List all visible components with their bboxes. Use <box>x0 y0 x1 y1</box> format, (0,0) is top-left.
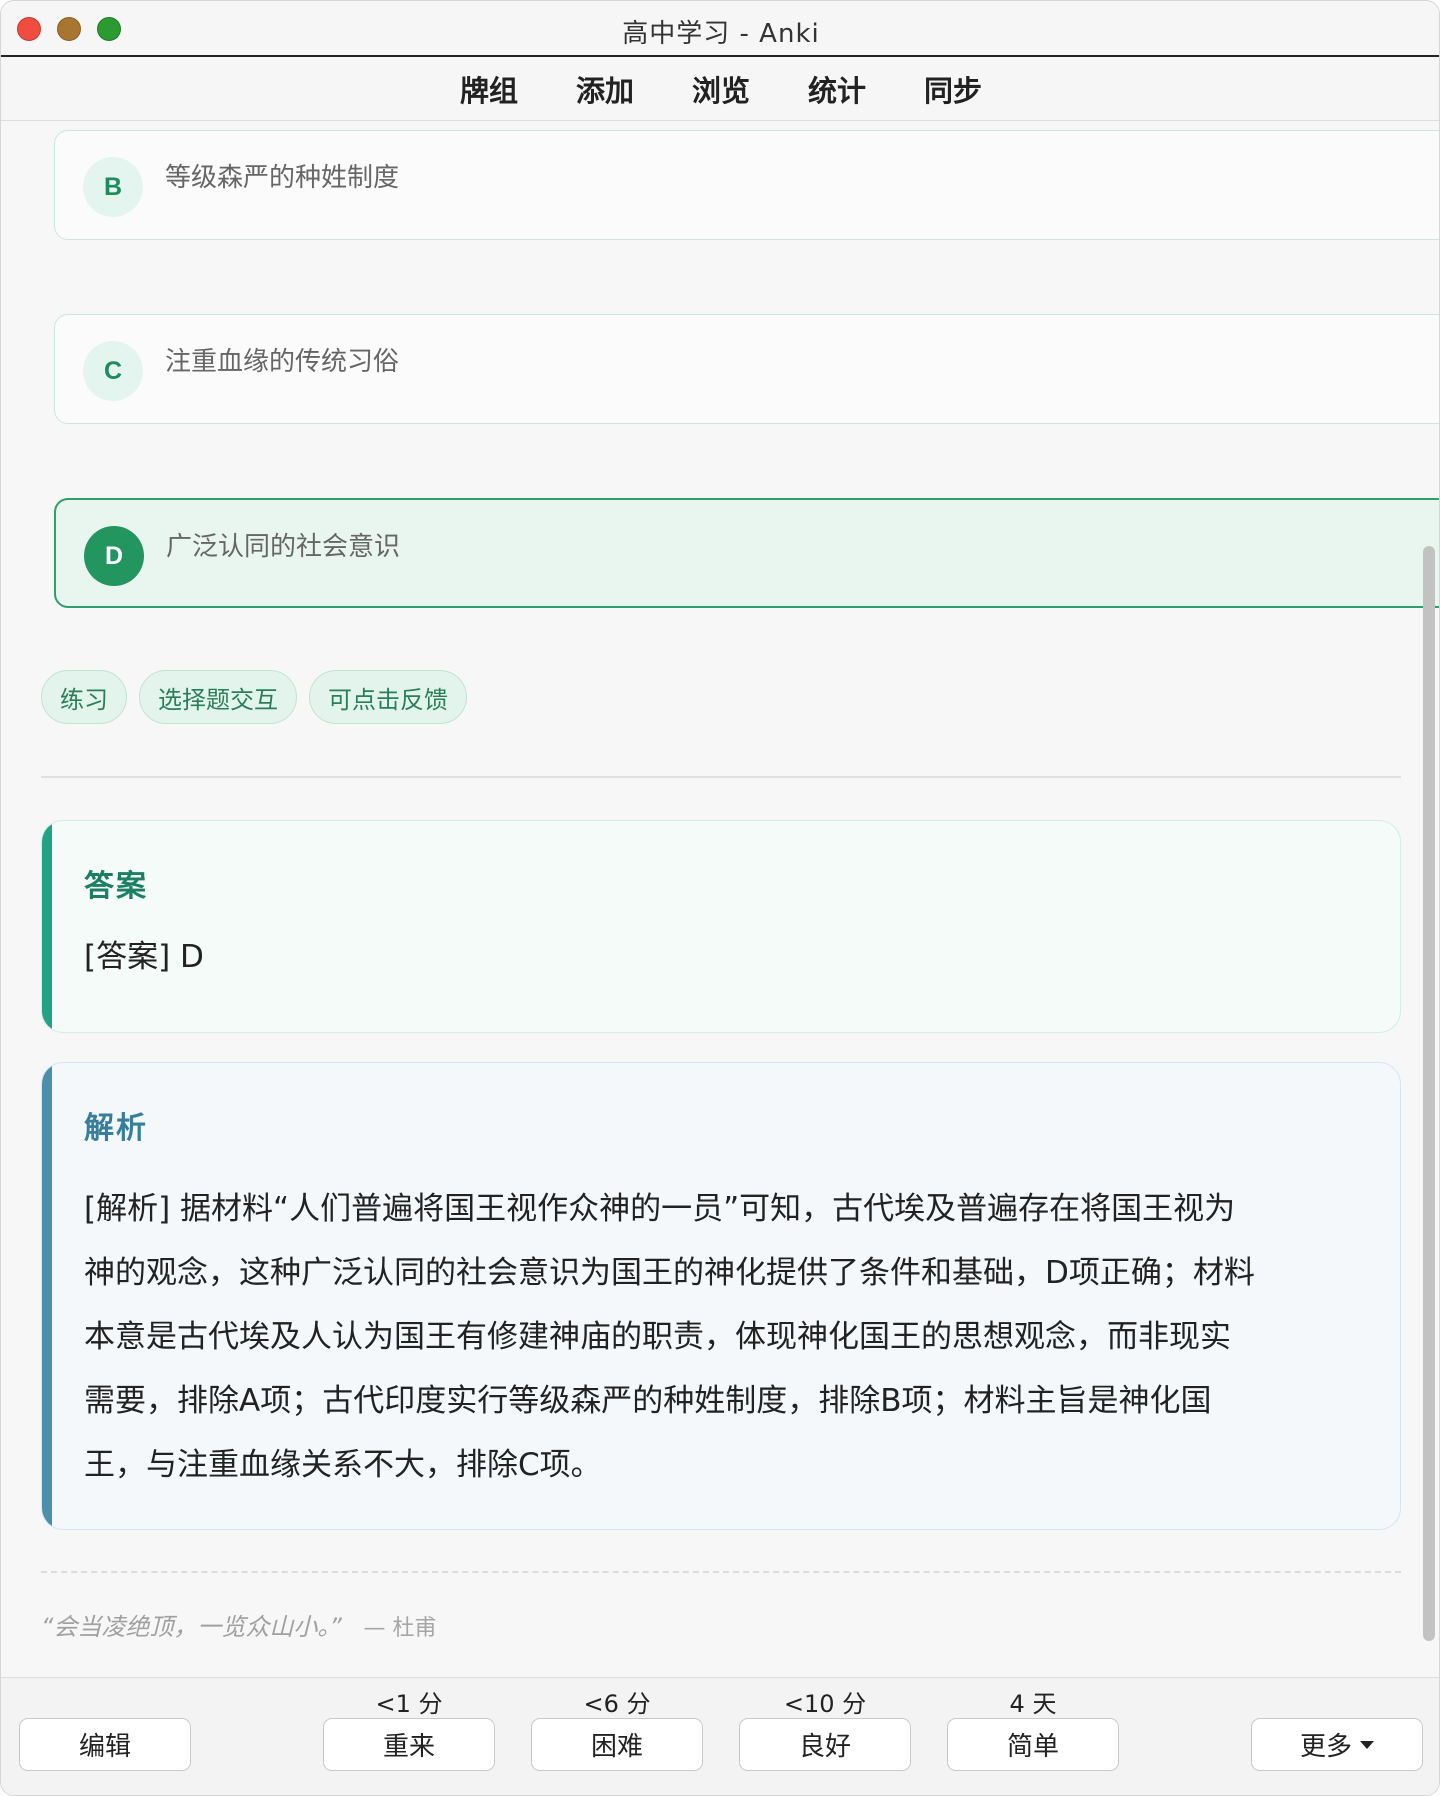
anki-window: 高中学习 - Anki 牌组 添加 浏览 统计 同步 B 等级森严的种姓制度 C… <box>0 0 1440 1796</box>
quote: “会当凌绝顶，一览众山小。” — 杜甫 <box>41 1607 437 1642</box>
more-label: 更多 <box>1299 1732 1352 1762</box>
main-toolbar: 牌组 添加 浏览 统计 同步 <box>1 57 1439 121</box>
analysis-line: 需要，排除A项；古代印度实行等级森严的种姓制度，排除B项；材料主旨是神化国 <box>84 1383 1212 1419</box>
title-bar: 高中学习 - Anki <box>1 1 1439 57</box>
scrollbar-thumb[interactable] <box>1423 546 1435 1641</box>
analysis-title: 解析 <box>84 1111 148 1146</box>
easy-interval: 4 天 <box>1009 1690 1057 1718</box>
analysis-line: 本意是古代埃及人认为国王有修建神庙的职责，体现神化国王的思想观念，而非现实 <box>84 1319 1231 1355</box>
good-button[interactable]: 良好 <box>739 1718 911 1771</box>
answer-body: [答案] D <box>84 939 204 975</box>
again-button[interactable]: 重来 <box>323 1718 495 1771</box>
analysis-line: 王，与注重血缘关系不大，排除C项。 <box>84 1447 602 1483</box>
analysis-line: [解析] 据材料“人们普遍将国王视作众神的一员”可知，古代埃及普遍存在将国王视为 <box>84 1191 1236 1227</box>
answer-panel: 答案 [答案] D <box>41 820 1401 1033</box>
dropdown-caret-icon <box>1360 1740 1374 1749</box>
option-letter-badge: C <box>83 341 143 401</box>
toolbar-browse[interactable]: 浏览 <box>692 68 750 110</box>
tag-clickable-feedback: 可点击反馈 <box>309 670 467 724</box>
analysis-body: [解析] 据材料“人们普遍将国王视作众神的一员”可知，古代埃及普遍存在将国王视为… <box>84 1177 1370 1497</box>
tag-practice: 练习 <box>41 670 127 724</box>
toolbar-add[interactable]: 添加 <box>576 68 634 110</box>
again-interval: <1 分 <box>375 1690 443 1718</box>
option-text: 注重血缘的传统习俗 <box>165 347 400 377</box>
option-letter-badge: D <box>84 526 144 586</box>
option-d[interactable]: D 广泛认同的社会意识 <box>54 498 1439 608</box>
easy-button[interactable]: 简单 <box>947 1718 1119 1771</box>
option-text: 等级森严的种姓制度 <box>165 163 400 193</box>
tag-choice-interaction: 选择题交互 <box>139 670 297 724</box>
analysis-panel: 解析 [解析] 据材料“人们普遍将国王视作众神的一员”可知，古代埃及普遍存在将国… <box>41 1062 1401 1530</box>
dashed-divider <box>41 1571 1401 1573</box>
hard-button[interactable]: 困难 <box>531 1718 703 1771</box>
hard-interval: <6 分 <box>583 1690 651 1718</box>
toolbar-sync[interactable]: 同步 <box>924 68 982 110</box>
more-button[interactable]: 更多 <box>1251 1718 1423 1771</box>
option-c[interactable]: C 注重血缘的传统习俗 <box>54 314 1439 424</box>
option-letter-badge: B <box>83 157 143 217</box>
option-b[interactable]: B 等级森严的种姓制度 <box>54 130 1439 240</box>
quote-author: — 杜甫 <box>363 1616 437 1641</box>
option-text: 广泛认同的社会意识 <box>166 532 401 562</box>
toolbar-decks[interactable]: 牌组 <box>460 68 518 110</box>
answer-title: 答案 <box>84 869 148 904</box>
analysis-line: 神的观念，这种广泛认同的社会意识为国王的神化提供了条件和基础，D项正确；材料 <box>84 1255 1255 1291</box>
edit-button[interactable]: 编辑 <box>19 1718 191 1771</box>
toolbar-stats[interactable]: 统计 <box>808 68 866 110</box>
quote-text: “会当凌绝顶，一览众山小。” <box>41 1613 342 1641</box>
divider <box>41 776 1401 778</box>
good-interval: <10 分 <box>783 1690 867 1718</box>
card-content: B 等级森严的种姓制度 C 注重血缘的传统习俗 D 广泛认同的社会意识 练习 选… <box>1 122 1439 1677</box>
answer-bar: 编辑 <1 分 重来 <6 分 困难 <10 分 良好 4 天 简单 更多 <box>1 1677 1439 1795</box>
window-title: 高中学习 - Anki <box>622 19 820 49</box>
tag-list: 练习 选择题交互 可点击反馈 <box>41 670 467 724</box>
